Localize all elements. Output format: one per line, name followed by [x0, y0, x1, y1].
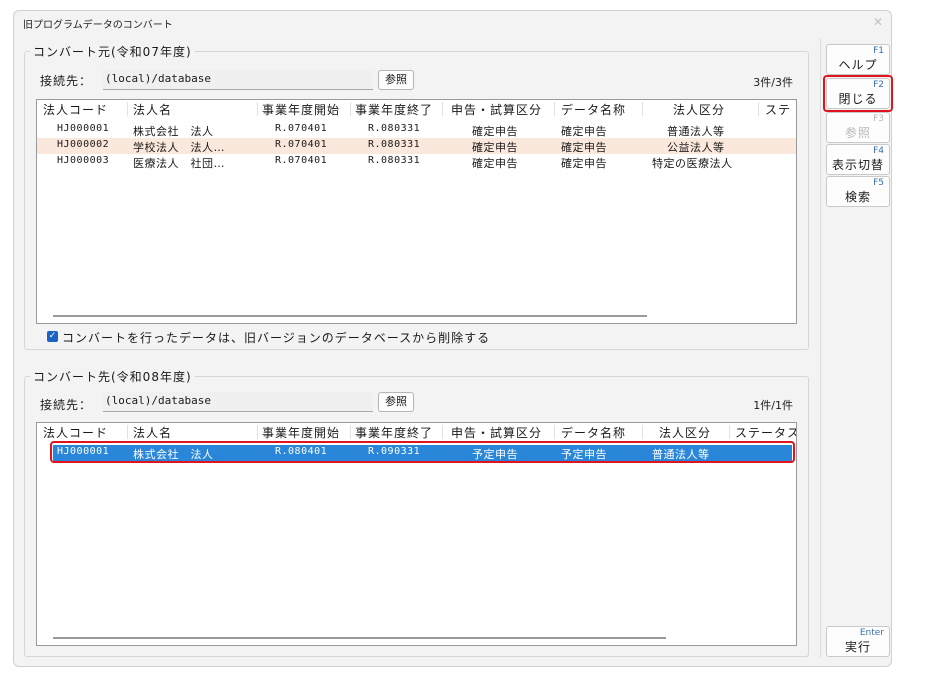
cell-filing-type: 確定申告 — [472, 125, 518, 138]
cell-corp-code: HJ000003 — [57, 155, 110, 166]
source-horizontal-scrollbar[interactable] — [53, 315, 647, 317]
execute-button[interactable]: Enter 実行 — [826, 626, 890, 657]
col-header-status[interactable]: ステータス — [735, 424, 796, 441]
browse-fkey-button[interactable]: F3 参照 — [826, 112, 890, 143]
cell-fy-end: R.080331 — [368, 155, 421, 166]
source-list-header: 法人コード 法人名 事業年度開始 事業年度終了 申告・試算区分 データ名称 法人… — [37, 100, 796, 118]
highlight-box-selected-row — [50, 441, 795, 463]
col-header-status[interactable]: ステ — [765, 101, 791, 118]
window-title: 旧プログラムデータのコンバート — [23, 20, 173, 31]
cell-fy-end: R.080331 — [368, 123, 421, 134]
table-row[interactable]: HJ000003 医療法人 社団… R.070401 R.080331 確定申告… — [37, 154, 796, 170]
f1-key-label: F1 — [873, 46, 884, 56]
col-header-corp-name[interactable]: 法人名 — [133, 101, 172, 118]
source-legend: コンバート元(令和07年度) — [30, 43, 195, 60]
f4-key-label: F4 — [873, 146, 884, 156]
cell-corp-type: 普通法人等 — [667, 125, 725, 138]
browse-fkey-label: 参照 — [844, 126, 871, 140]
col-header-filing-type[interactable]: 申告・試算区分 — [451, 101, 542, 118]
col-header-corp-type[interactable]: 法人区分 — [659, 424, 711, 441]
dest-legend: コンバート先(令和08年度) — [30, 368, 195, 385]
col-header-corp-code[interactable]: 法人コード — [43, 101, 108, 118]
cell-corp-type: 公益法人等 — [667, 141, 725, 154]
highlight-box-close — [823, 75, 893, 112]
col-header-corp-type[interactable]: 法人区分 — [673, 101, 725, 118]
table-row[interactable]: HJ000002 学校法人 法人… R.070401 R.080331 確定申告… — [37, 138, 796, 154]
cell-fy-start: R.070401 — [275, 155, 328, 166]
search-button[interactable]: F5 検索 — [826, 176, 890, 207]
f5-key-label: F5 — [873, 178, 884, 188]
dest-count: 1件/1件 — [753, 399, 793, 412]
cell-data-name: 確定申告 — [561, 141, 607, 154]
cell-corp-name: 学校法人 法人… — [133, 141, 225, 154]
cell-corp-code: HJ000001 — [57, 123, 110, 134]
delete-source-checkbox[interactable]: ✓ — [47, 331, 58, 342]
source-count: 3件/3件 — [753, 76, 793, 89]
cell-corp-name: 医療法人 社団… — [133, 157, 225, 170]
close-icon[interactable]: ✕ — [871, 15, 885, 29]
dest-browse-button[interactable]: 参照 — [378, 392, 414, 412]
cell-corp-name: 株式会社 法人 — [133, 125, 214, 138]
cell-filing-type: 確定申告 — [472, 141, 518, 154]
col-header-data-name[interactable]: データ名称 — [561, 101, 626, 118]
col-header-fy-start[interactable]: 事業年度開始 — [262, 424, 340, 441]
col-header-fy-end[interactable]: 事業年度終了 — [355, 101, 433, 118]
dest-connection-field[interactable]: (local)/database — [103, 392, 373, 412]
col-header-corp-code[interactable]: 法人コード — [43, 424, 108, 441]
execute-button-label: 実行 — [844, 640, 871, 654]
col-header-filing-type[interactable]: 申告・試算区分 — [451, 424, 542, 441]
panel-divider — [820, 38, 821, 658]
source-connection-label: 接続先： — [40, 74, 93, 88]
f3-key-label: F3 — [873, 114, 884, 124]
source-data-list[interactable]: 法人コード 法人名 事業年度開始 事業年度終了 申告・試算区分 データ名称 法人… — [36, 99, 797, 324]
table-row[interactable]: HJ000001 株式会社 法人 R.070401 R.080331 確定申告 … — [37, 122, 796, 138]
source-browse-button[interactable]: 参照 — [378, 70, 414, 90]
cell-data-name: 確定申告 — [561, 125, 607, 138]
toggle-display-label: 表示切替 — [831, 158, 884, 172]
cell-corp-type: 特定の医療法人 — [652, 157, 733, 170]
dest-list-header: 法人コード 法人名 事業年度開始 事業年度終了 申告・試算区分 データ名称 法人… — [37, 423, 796, 441]
dest-horizontal-scrollbar[interactable] — [53, 637, 666, 639]
enter-key-label: Enter — [859, 628, 884, 638]
help-button[interactable]: F1 ヘルプ — [826, 44, 890, 75]
cell-fy-start: R.070401 — [275, 123, 328, 134]
help-button-label: ヘルプ — [838, 58, 878, 72]
col-header-corp-name[interactable]: 法人名 — [133, 424, 172, 441]
dest-connection-label: 接続先： — [40, 398, 93, 412]
col-header-data-name[interactable]: データ名称 — [561, 424, 626, 441]
toggle-display-button[interactable]: F4 表示切替 — [826, 144, 890, 175]
source-connection-field[interactable]: (local)/database — [103, 70, 373, 90]
cell-fy-start: R.070401 — [275, 139, 328, 150]
cell-fy-end: R.080331 — [368, 139, 421, 150]
delete-source-checkbox-label[interactable]: コンバートを行ったデータは、旧バージョンのデータベースから削除する — [62, 329, 490, 346]
cell-filing-type: 確定申告 — [472, 157, 518, 170]
col-header-fy-start[interactable]: 事業年度開始 — [262, 101, 340, 118]
cell-corp-code: HJ000002 — [57, 139, 110, 150]
cell-data-name: 確定申告 — [561, 157, 607, 170]
search-button-label: 検索 — [844, 190, 871, 204]
col-header-fy-end[interactable]: 事業年度終了 — [355, 424, 433, 441]
